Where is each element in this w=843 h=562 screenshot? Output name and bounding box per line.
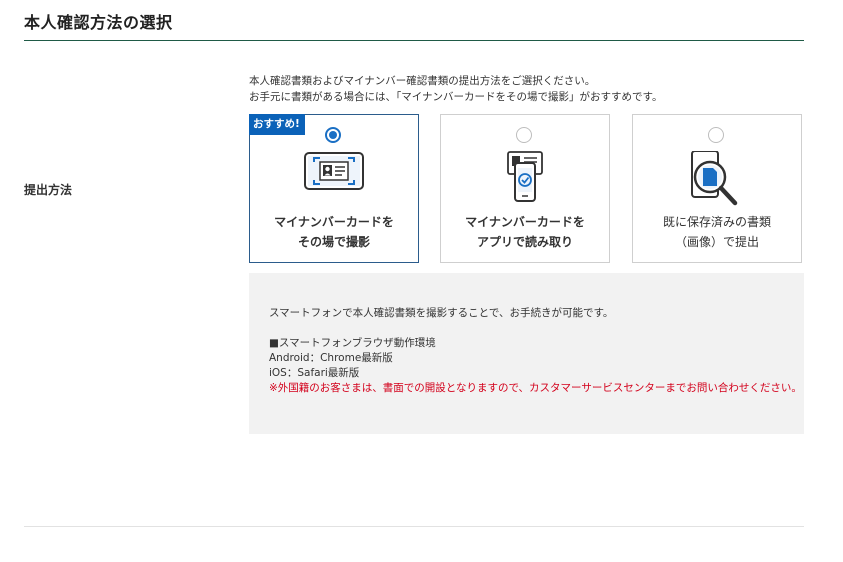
option-label: 既に保存済みの書類 （画像）で提出 [633,212,801,252]
phone-card-check-icon [504,151,546,207]
env-ios: iOS：Safari最新版 [269,367,360,379]
option-camera-capture[interactable]: おすすめ! マイナンバーカードを その場で撮影 [249,114,419,263]
option-label: マイナンバーカードを その場で撮影 [250,212,418,252]
intro-text: 本人確認書類およびマイナンバー確認書類の提出方法をご選択ください。 お手元に書類… [249,73,663,105]
option-label-line: （画像）で提出 [674,235,759,249]
radio-app-reader[interactable] [516,127,532,143]
radio-saved-document[interactable] [708,127,724,143]
intro-line: 本人確認書類およびマイナンバー確認書類の提出方法をご選択ください。 [249,75,596,87]
foreign-national-warning: ※外国籍のお客さまは、書面での開設となりますので、カスタマーサービスセンターまで… [269,382,802,394]
option-label-line: マイナンバーカードを [465,215,585,229]
info-description: スマートフォンで本人確認書類を撮影することで、お手続きが可能です。 [269,307,614,319]
info-box: スマートフォンで本人確認書類を撮影することで、お手続きが可能です。 ■スマートフ… [249,273,804,434]
bottom-divider [24,526,804,527]
option-label-line: その場で撮影 [297,235,370,249]
env-android: Android：Chrome最新版 [269,352,393,364]
field-label-submission-method: 提出方法 [24,183,73,197]
page-title: 本人確認方法の選択 [24,13,173,32]
option-label: マイナンバーカードを アプリで読み取り [441,212,609,252]
option-saved-document[interactable]: 既に保存済みの書類 （画像）で提出 [632,114,802,263]
env-heading: ■スマートフォンブラウザ動作環境 [269,337,436,349]
intro-line: お手元に書類がある場合には、「マイナンバーカードをその場で撮影」がおすすめです。 [249,91,663,103]
id-card-camera-icon [304,151,364,197]
recommended-badge: おすすめ! [249,114,305,135]
title-divider [24,40,804,41]
option-label-line: 既に保存済みの書類 [662,215,771,229]
phone-magnifier-icon [688,150,746,213]
option-app-reader[interactable]: マイナンバーカードを アプリで読み取り [440,114,610,263]
option-label-line: アプリで読み取り [476,235,573,249]
radio-camera-capture[interactable] [325,127,341,143]
option-label-line: マイナンバーカードを [274,215,394,229]
